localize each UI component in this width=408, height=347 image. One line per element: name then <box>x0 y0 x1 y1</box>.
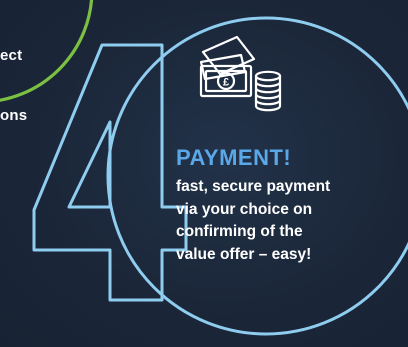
step-description-line: fast, secure payment <box>176 178 331 195</box>
step-description-line: value offer – easy! <box>176 245 312 263</box>
step-artwork: £ <box>0 0 408 336</box>
step-heading: PAYMENT! <box>176 145 292 170</box>
step-description-line: via your choice on <box>176 200 313 218</box>
previous-step-text: ect ons <box>0 6 27 166</box>
previous-step-line: ons <box>0 107 28 124</box>
step-description: fast, secure payment via your choice on … <box>176 176 391 266</box>
payment-step-panel: £ ect ons PAYMENT! fast, secure payment … <box>0 0 408 347</box>
banknotes-and-coins-icon <box>199 35 282 112</box>
previous-step-line: ect <box>0 47 23 64</box>
currency-symbol: £ <box>223 77 229 89</box>
step-number-outline <box>32 43 188 302</box>
step-description-line: confirming of the <box>176 223 303 240</box>
